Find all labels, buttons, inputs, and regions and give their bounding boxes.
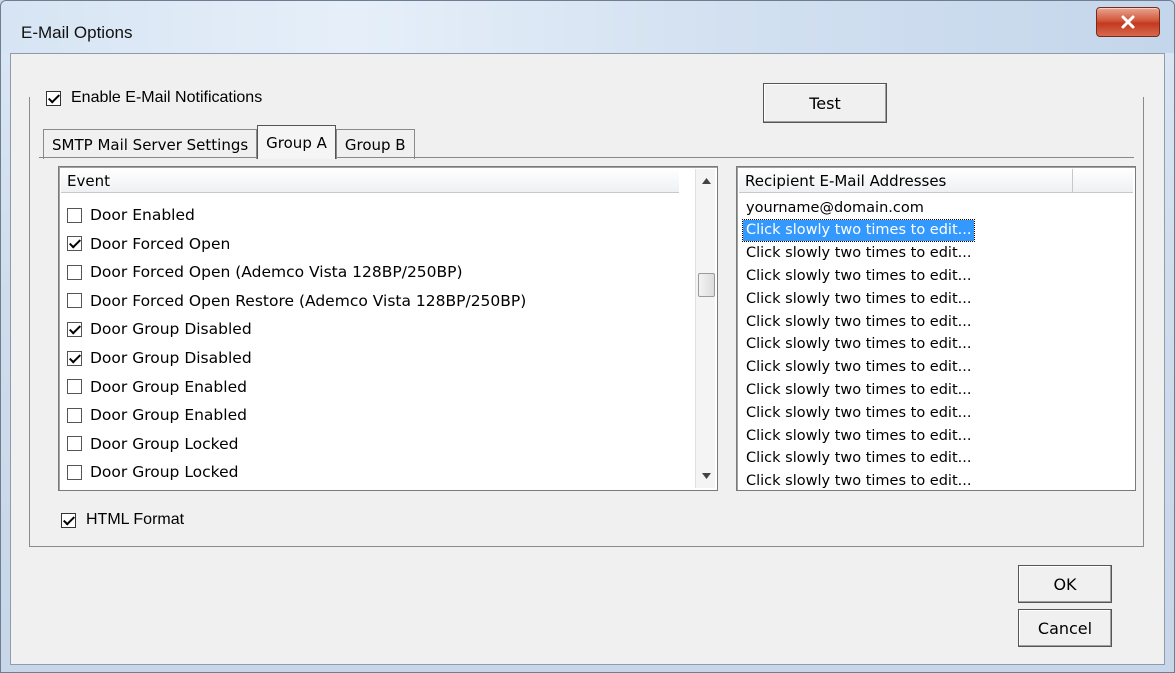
event-checkbox[interactable] xyxy=(67,321,82,337)
list-item[interactable]: Door Group Disabled xyxy=(67,344,252,372)
tab-smtp-settings[interactable]: SMTP Mail Server Settings xyxy=(43,129,258,159)
event-checkbox[interactable] xyxy=(67,207,82,223)
recipient-item[interactable]: yourname@domain.com xyxy=(743,197,927,218)
recipient-item[interactable]: Click slowly two times to edit... xyxy=(743,357,974,378)
recipient-item[interactable]: Click slowly two times to edit... xyxy=(743,448,974,469)
recipient-header-label: Recipient E-Mail Addresses xyxy=(739,169,1073,192)
email-options-window: E-Mail Options Enable E-Mail Notificatio… xyxy=(0,0,1175,673)
event-list-scrollbar[interactable] xyxy=(695,169,715,488)
recipient-item[interactable]: Click slowly two times to edit... xyxy=(743,243,974,264)
event-checkbox[interactable] xyxy=(67,264,82,280)
event-label: Door Group Enabled xyxy=(90,377,247,396)
cancel-button[interactable]: Cancel xyxy=(1018,609,1112,647)
ok-button-label: OK xyxy=(1053,574,1077,594)
cancel-button-label: Cancel xyxy=(1037,618,1093,638)
recipient-item[interactable]: Click slowly two times to edit... xyxy=(743,265,974,286)
recipient-item[interactable]: Click slowly two times to edit... xyxy=(743,288,974,309)
event-label: Door Forced Open Restore (Ademco Vista 1… xyxy=(90,291,527,310)
event-label: Door Group Enabled xyxy=(90,406,247,425)
list-item[interactable]: Door Group Locked xyxy=(67,458,238,486)
event-checkbox[interactable] xyxy=(67,350,82,366)
list-item[interactable]: Door Forced Open (Ademco Vista 128BP/250… xyxy=(67,258,463,286)
event-column-header[interactable]: Event xyxy=(61,169,679,193)
list-item[interactable]: Door Enabled xyxy=(67,201,195,229)
list-item[interactable]: Door Group Locked xyxy=(67,430,238,458)
event-checkbox[interactable] xyxy=(67,236,82,252)
recipient-list[interactable]: Recipient E-Mail Addresses yourname@doma… xyxy=(736,166,1136,491)
recipient-item[interactable]: Click slowly two times to edit... xyxy=(743,334,974,355)
event-checkbox[interactable] xyxy=(67,464,82,480)
scroll-up-arrow[interactable] xyxy=(696,171,716,191)
tab-label: Group A xyxy=(266,133,327,152)
recipient-item[interactable]: Click slowly two times to edit... xyxy=(741,218,976,242)
list-item[interactable]: Door Forced Open xyxy=(67,230,230,258)
event-checkbox[interactable] xyxy=(67,407,82,423)
list-item[interactable]: Door Group Enabled xyxy=(67,373,247,401)
event-label: Door Group Locked xyxy=(90,434,239,453)
event-checkbox[interactable] xyxy=(67,379,82,395)
event-checkbox[interactable] xyxy=(67,436,82,452)
event-checkbox[interactable] xyxy=(67,293,82,309)
recipient-item[interactable]: Click slowly two times to edit... xyxy=(743,402,974,423)
tab-group-a[interactable]: Group A xyxy=(257,125,336,159)
event-label: Door Enabled xyxy=(90,206,195,224)
tab-group-b[interactable]: Group B xyxy=(335,129,415,159)
event-label: Door Group Disabled xyxy=(90,349,252,367)
close-icon xyxy=(1121,15,1135,29)
ok-button[interactable]: OK xyxy=(1018,565,1112,603)
arrow-down-icon xyxy=(701,473,711,479)
event-label: Door Group Locked xyxy=(90,463,239,482)
recipient-item[interactable]: Click slowly two times to edit... xyxy=(743,425,974,446)
arrow-up-icon xyxy=(701,178,711,184)
recipient-column-header[interactable]: Recipient E-Mail Addresses xyxy=(739,169,1133,193)
tab-label: SMTP Mail Server Settings xyxy=(52,135,249,154)
list-item[interactable]: Door Group Disabled xyxy=(67,315,252,343)
event-label: Door Forced Open xyxy=(90,234,231,253)
close-button[interactable] xyxy=(1096,7,1160,37)
html-format-label: HTML Format xyxy=(86,511,185,528)
window-title: E-Mail Options xyxy=(21,23,133,42)
html-format-row[interactable]: HTML Format xyxy=(61,511,184,529)
event-label: Door Forced Open (Ademco Vista 128BP/250… xyxy=(90,263,463,282)
recipient-item[interactable]: Click slowly two times to edit... xyxy=(743,379,974,400)
event-header-label: Event xyxy=(67,171,110,190)
list-item[interactable]: Door Group Enabled xyxy=(67,401,247,429)
html-format-checkbox[interactable] xyxy=(61,512,76,528)
scroll-thumb[interactable] xyxy=(698,273,715,297)
scroll-down-arrow[interactable] xyxy=(696,466,716,486)
recipient-item[interactable]: Click slowly two times to edit... xyxy=(743,311,974,332)
tab-label: Group B xyxy=(344,135,406,154)
tab-strip: SMTP Mail Server Settings Group A Group … xyxy=(43,125,415,159)
title-bar[interactable]: E-Mail Options xyxy=(1,1,1174,53)
list-item[interactable]: Door Forced Open Restore (Ademco Vista 1… xyxy=(67,287,526,315)
event-list[interactable]: Event Door Enabled Door Forced Open Door F… xyxy=(58,166,718,491)
event-label: Door Group Disabled xyxy=(90,320,252,339)
recipient-item[interactable]: Click slowly two times to edit... xyxy=(743,471,974,492)
